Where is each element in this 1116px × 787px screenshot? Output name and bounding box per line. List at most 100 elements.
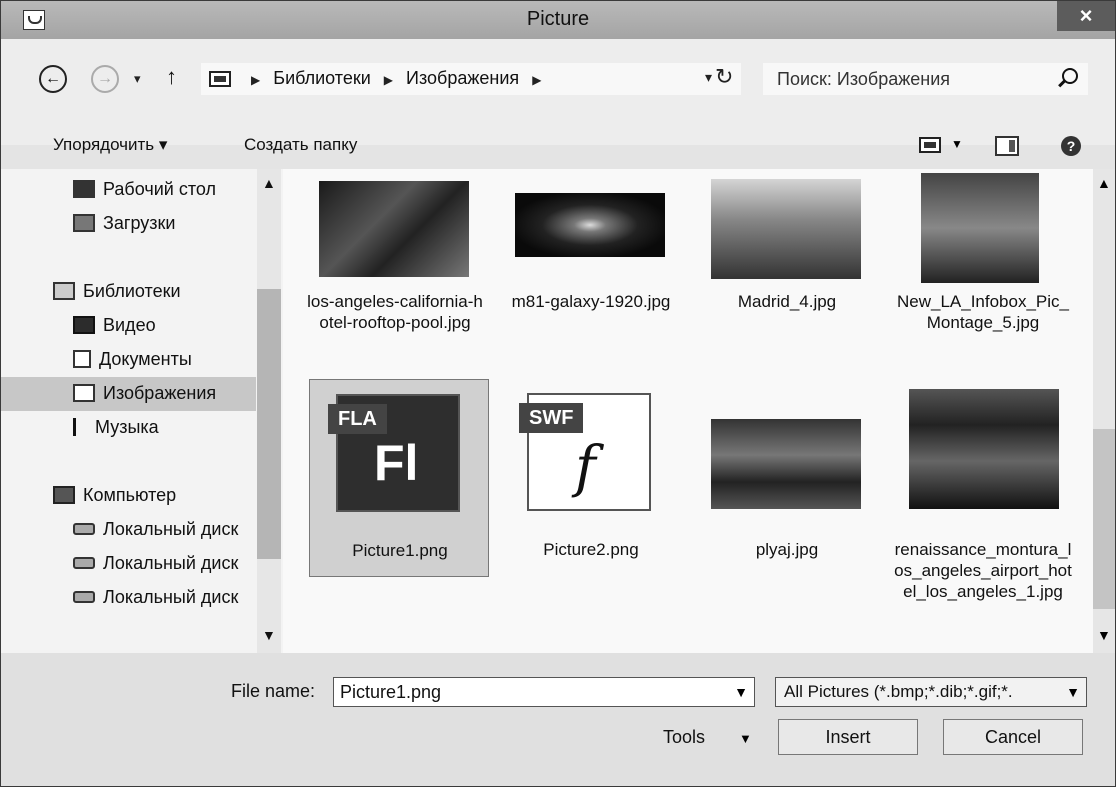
search-input[interactable]: Поиск: Изображения bbox=[763, 63, 1088, 95]
sidebar-item-label: Компьютер bbox=[83, 485, 177, 505]
file-list-scrollbar[interactable]: ▲ ▼ bbox=[1093, 169, 1115, 653]
address-bar[interactable]: ▶ Библиотеки ▶ Изображения ▶ bbox=[201, 63, 741, 95]
insert-picture-dialog: Picture × ← → ▾ ↑ ▶ Библиотеки ▶ Изображ… bbox=[0, 0, 1116, 787]
file-item[interactable]: Madrid_4.jpg bbox=[697, 169, 877, 379]
refresh-button[interactable]: ↻ bbox=[715, 64, 733, 90]
video-icon bbox=[73, 316, 95, 334]
disk-icon bbox=[73, 591, 95, 603]
sidebar-item-local-disk[interactable]: Локальный диск bbox=[73, 553, 257, 574]
sidebar-item-documents[interactable]: Документы bbox=[73, 349, 192, 370]
sidebar-item-label: Рабочий стол bbox=[103, 179, 216, 199]
downloads-icon bbox=[73, 214, 95, 232]
insert-button[interactable]: Insert bbox=[778, 719, 918, 755]
breadcrumb-pictures[interactable]: Изображения bbox=[406, 68, 519, 88]
image-thumbnail bbox=[319, 181, 469, 277]
back-button[interactable]: ← bbox=[39, 65, 67, 93]
sidebar-item-music[interactable]: Музыка bbox=[73, 417, 159, 438]
view-icon bbox=[919, 137, 941, 153]
file-name: Picture2.png bbox=[543, 540, 639, 559]
file-name-value: Picture1.png bbox=[340, 682, 442, 702]
sidebar-item-local-disk[interactable]: Локальный диск bbox=[73, 587, 257, 608]
breadcrumb-libraries[interactable]: Библиотеки bbox=[273, 68, 371, 88]
desktop-icon bbox=[73, 180, 95, 198]
chevron-down-icon[interactable]: ▼ bbox=[734, 684, 748, 700]
file-item[interactable]: New_LA_Infobox_Pic_Montage_5.jpg bbox=[893, 169, 1073, 379]
scroll-down-icon[interactable]: ▼ bbox=[262, 627, 276, 643]
search-placeholder: Поиск: Изображения bbox=[777, 69, 951, 89]
file-item[interactable]: plyaj.jpg bbox=[697, 379, 877, 577]
sidebar-item-pictures[interactable]: Изображения bbox=[73, 383, 216, 404]
folder-icon bbox=[209, 71, 231, 87]
file-name: plyaj.jpg bbox=[755, 540, 819, 559]
sidebar-item-label: Библиотеки bbox=[83, 281, 181, 301]
tools-button[interactable]: Tools bbox=[663, 727, 705, 748]
chevron-down-icon[interactable]: ▼ bbox=[739, 731, 752, 746]
preview-pane-icon[interactable] bbox=[995, 136, 1019, 156]
flash-glyph: Fl bbox=[374, 435, 419, 491]
sidebar-item-downloads[interactable]: Загрузки bbox=[73, 213, 175, 234]
disk-icon bbox=[73, 557, 95, 569]
file-item[interactable]: m81-galaxy-1920.jpg bbox=[501, 169, 681, 379]
chevron-right-icon: ▶ bbox=[383, 73, 394, 87]
help-icon[interactable]: ? bbox=[1061, 136, 1081, 156]
nav-scroll-thumb[interactable] bbox=[257, 289, 281, 559]
file-name-label: File name: bbox=[231, 681, 316, 701]
sidebar-item-label: Локальный диск bbox=[103, 553, 239, 573]
address-dropdown-icon[interactable]: ▾ bbox=[705, 69, 712, 86]
image-thumbnail bbox=[921, 173, 1039, 283]
fla-file-icon: FLA Fl bbox=[328, 394, 468, 514]
dialog-title: Picture bbox=[526, 8, 590, 30]
organize-button[interactable]: Упорядочить ▾ bbox=[53, 135, 167, 155]
breadcrumb[interactable]: ▶ Библиотеки ▶ Изображения ▶ bbox=[243, 68, 549, 89]
chevron-right-icon: ▶ bbox=[251, 73, 261, 87]
cancel-button[interactable]: Cancel bbox=[943, 719, 1083, 755]
scroll-up-icon[interactable]: ▲ bbox=[1097, 175, 1111, 191]
forward-button[interactable]: → bbox=[91, 65, 119, 93]
sidebar-item-label: Музыка bbox=[95, 417, 159, 437]
sidebar-item-computer[interactable]: Компьютер bbox=[53, 485, 176, 506]
sidebar-item-desktop[interactable]: Рабочий стол bbox=[73, 179, 216, 200]
scroll-up-icon[interactable]: ▲ bbox=[262, 175, 276, 191]
file-type-filter[interactable]: All Pictures (*.bmp;*.dib;*.gif;*. ▼ bbox=[775, 677, 1087, 707]
file-name: New_LA_Infobox_Pic_Montage_5.jpg bbox=[896, 292, 1069, 332]
change-view-button[interactable]: ▼ bbox=[919, 135, 969, 159]
file-item-selected[interactable]: FLA Fl Picture1.png bbox=[309, 379, 489, 577]
libraries-icon bbox=[53, 282, 75, 300]
chevron-right-icon: ▶ bbox=[532, 73, 542, 87]
disk-icon bbox=[73, 523, 95, 535]
sidebar-item-label: Видео bbox=[103, 315, 156, 335]
file-item[interactable]: renaissance_montura_los_angeles_airport_… bbox=[893, 379, 1073, 653]
image-thumbnail bbox=[711, 419, 861, 509]
file-type-tag: SWF bbox=[519, 403, 584, 433]
sidebar-item-label: Изображения bbox=[103, 383, 217, 403]
title-bar: Picture × bbox=[1, 1, 1115, 39]
recent-locations-dropdown[interactable]: ▾ bbox=[134, 71, 141, 87]
nav-scrollbar[interactable]: ▲ ▼ bbox=[257, 169, 281, 653]
documents-icon bbox=[73, 350, 91, 368]
sidebar-item-local-disk[interactable]: Локальный диск bbox=[73, 519, 257, 540]
sidebar-item-label: Документы bbox=[99, 349, 192, 369]
command-bar: Упорядочить ▾ Создать папку ▼ ? bbox=[1, 135, 1115, 167]
pictures-icon bbox=[73, 384, 95, 402]
file-name: Madrid_4.jpg bbox=[737, 292, 837, 311]
up-button[interactable]: ↑ bbox=[166, 64, 177, 90]
scroll-down-icon[interactable]: ▼ bbox=[1097, 627, 1111, 643]
new-folder-button[interactable]: Создать папку bbox=[244, 135, 357, 155]
file-type-value: All Pictures (*.bmp;*.dib;*.gif;*. bbox=[784, 682, 1013, 701]
swf-file-icon: SWF f bbox=[519, 393, 659, 513]
chevron-down-icon[interactable]: ▼ bbox=[1066, 684, 1080, 700]
file-name-field[interactable]: Picture1.png ▼ bbox=[333, 677, 755, 707]
search-icon[interactable] bbox=[1062, 68, 1078, 84]
chevron-down-icon: ▼ bbox=[951, 137, 963, 151]
sidebar-item-libraries[interactable]: Библиотеки bbox=[53, 281, 181, 302]
flash-player-glyph: f bbox=[575, 435, 596, 500]
close-button[interactable]: × bbox=[1057, 1, 1115, 31]
file-item[interactable]: los-angeles-california-hotel-rooftop-poo… bbox=[305, 169, 485, 379]
file-item[interactable]: SWF f Picture2.png bbox=[501, 379, 681, 577]
sidebar-item-video[interactable]: Видео bbox=[73, 315, 156, 336]
navigation-pane: Рабочий стол Загрузки Библиотеки Видео Д… bbox=[1, 169, 283, 653]
sidebar-item-label: Локальный диск bbox=[103, 519, 239, 539]
file-list-scroll-thumb[interactable] bbox=[1093, 429, 1115, 609]
computer-icon bbox=[53, 486, 75, 504]
navigation-bar: ← → ▾ ↑ ▶ Библиотеки ▶ Изображения ▶ ▾ ↻… bbox=[1, 39, 1115, 145]
